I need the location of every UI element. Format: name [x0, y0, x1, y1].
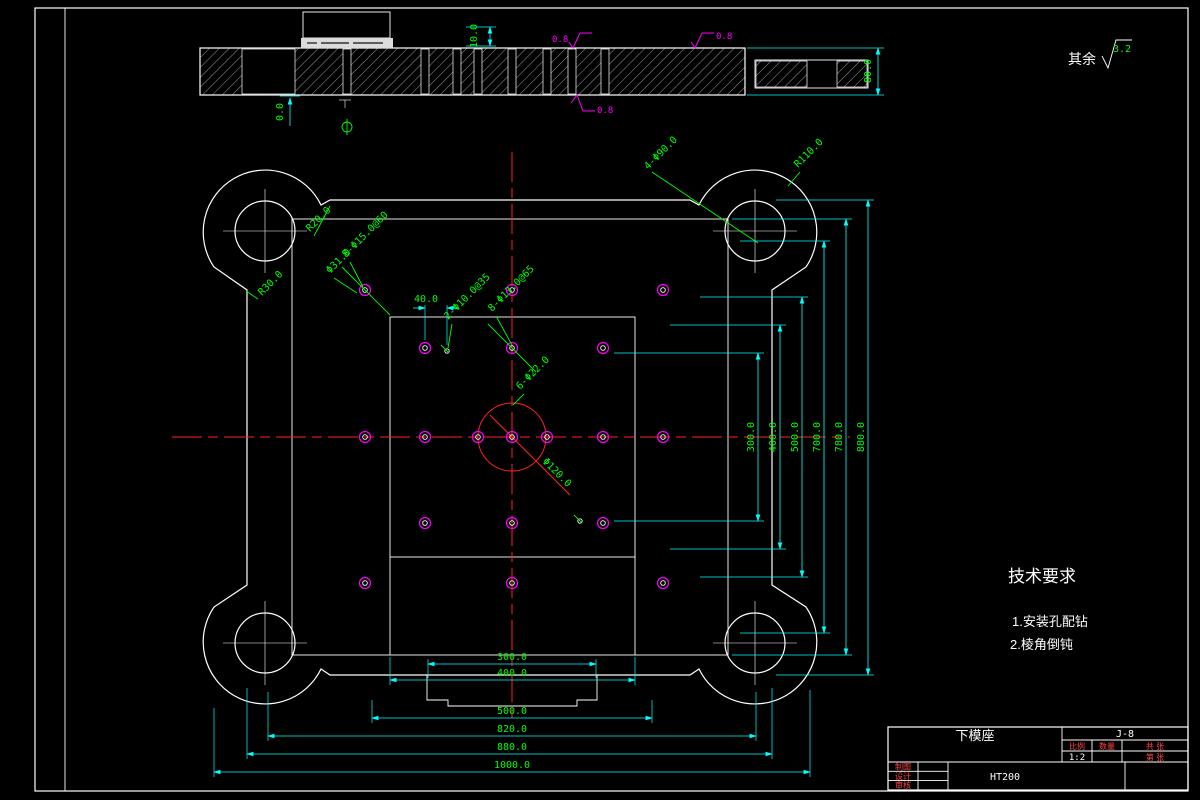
sheet-total-label: 共 张	[1146, 742, 1164, 751]
callout-fillet-top: R20.0	[304, 205, 333, 234]
dim-right-2: 400.0	[768, 422, 779, 452]
dim-right-3: 500.0	[790, 422, 801, 452]
surface-note-prefix: 其余	[1068, 51, 1096, 67]
section-hole-slot	[342, 48, 352, 95]
dim-height-value: 80.0	[863, 59, 874, 83]
section-dim-datum: 0.0	[275, 95, 300, 126]
section-hole-slot	[452, 48, 462, 95]
drawing-number: J-8	[1116, 729, 1134, 740]
sig-row-1: 制图	[895, 762, 911, 772]
corner-hole	[223, 189, 307, 273]
section-hole-slot	[473, 48, 483, 95]
material: HT200	[990, 772, 1020, 783]
dim-bottom-5: 880.0	[497, 742, 527, 753]
corner-hole	[713, 601, 797, 685]
datum-target-icon	[339, 99, 353, 135]
dim-bottom-1: 300.0	[497, 652, 527, 663]
tech-requirements: 技术要求 1.安装孔配钻 2.棱角倒钝	[1008, 567, 1088, 652]
finish-bottom: 0.8	[597, 106, 613, 116]
callout-guide-hole: Φ31.0	[324, 247, 353, 276]
finish-top-2: 0.8	[716, 32, 732, 42]
dim-datum-value: 0.0	[275, 103, 286, 121]
callout-center-holes: 6-Φ22.0	[514, 355, 552, 393]
dims-bottom: 300.0 400.0 500.0 820.0 880.0 1000.0	[213, 652, 811, 777]
drawing-canvas: 10.0 80.0 0.0 0.8 0.8 0.8 4-Φ90.0 R110.0…	[34, 7, 1189, 792]
dim-bottom-6: 1000.0	[494, 760, 530, 771]
title-block: 下模座 J-8 比例 1:2 数量 共 张 第 张 HT200 制图 设计 审核	[887, 726, 1189, 791]
dim-bottom-2: 400.0	[497, 668, 527, 679]
callout-fillet-side: R30.0	[256, 269, 285, 298]
tech-req-item-1: 1.安装孔配钻	[1012, 614, 1088, 629]
part-name: 下模座	[955, 728, 994, 743]
section-detail-box	[301, 11, 393, 48]
section-hole-slot	[507, 48, 517, 95]
section-hole-slot	[542, 48, 552, 95]
cad-drawing-sheet: 10.0 80.0 0.0 0.8 0.8 0.8 4-Φ90.0 R110.0…	[0, 0, 1200, 800]
sig-row-3: 审核	[895, 780, 911, 790]
dim-bottom-4: 820.0	[497, 724, 527, 735]
tech-req-title: 技术要求	[1008, 567, 1076, 586]
surface-note-value: 3.2	[1113, 44, 1131, 55]
finish-top-1: 0.8	[552, 35, 568, 45]
dim-right-1: 300.0	[746, 422, 757, 452]
qty-label: 数量	[1099, 741, 1115, 751]
section-dim-step: 10.0	[466, 24, 496, 48]
dim-right-5: 780.0	[834, 422, 845, 452]
callout-center-circle: Φ120.0	[540, 456, 573, 489]
dim-bottom-3: 500.0	[497, 706, 527, 717]
callout-corner-holes: 4-Φ90.0	[642, 135, 680, 173]
scale-label: 比例	[1069, 741, 1085, 751]
callout-corner-radius: R110.0	[792, 137, 825, 170]
callout-dowel-holes: 2-Φ10.0@35	[442, 272, 492, 322]
section-hole-slot	[567, 48, 577, 95]
dim-right-4: 700.0	[812, 422, 823, 452]
section-hole-slot	[420, 48, 430, 95]
section-hole-slot	[600, 48, 610, 95]
surface-note: 其余 3.2	[1068, 39, 1132, 70]
corner-hole	[223, 601, 307, 685]
dim-step-value: 10.0	[469, 24, 480, 48]
sig-row-2: 设计	[895, 771, 911, 781]
sheet-no-label: 第 张	[1146, 752, 1164, 762]
tech-req-item-2: 2.棱角倒钝	[1010, 637, 1073, 652]
scale-value: 1:2	[1069, 753, 1085, 763]
section-view: 10.0 80.0 0.0 0.8 0.8 0.8	[199, 11, 884, 135]
plan-view: 4-Φ90.0 R110.0 R20.0 8-Φ15.0@60 Φ31.0 R3…	[172, 135, 874, 777]
corner-hole	[713, 189, 797, 273]
sheet-frame	[34, 7, 1189, 792]
callout-pitch: 40.0	[414, 294, 438, 305]
dim-right-6: 880.0	[856, 422, 867, 452]
callouts: 4-Φ90.0 R110.0 R20.0 8-Φ15.0@60 Φ31.0 R3…	[245, 135, 826, 524]
